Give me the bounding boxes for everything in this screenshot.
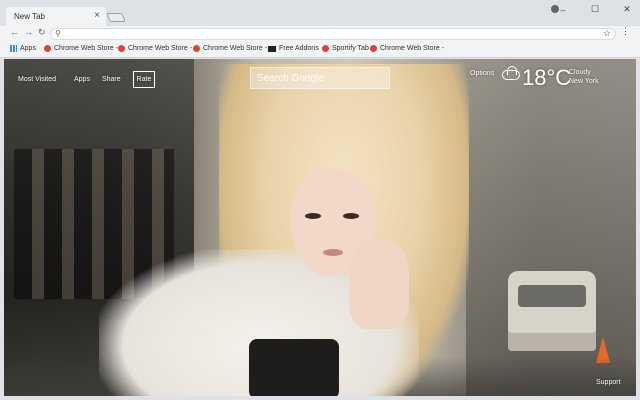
apps-link[interactable]: Apps bbox=[74, 76, 90, 83]
addons-icon bbox=[268, 45, 276, 52]
address-bar[interactable]: ⚲ ☆ bbox=[50, 28, 616, 40]
weather-condition: Cloudy bbox=[569, 69, 591, 76]
temperature: 18°C bbox=[522, 65, 572, 90]
chrome-store-icon bbox=[44, 45, 51, 52]
tab-title: New Tab bbox=[14, 12, 45, 21]
wallpaper-person-top bbox=[249, 339, 339, 396]
bookmark-chrome-web-store[interactable]: Chrome Web Store - bbox=[118, 45, 192, 52]
lips bbox=[323, 249, 343, 256]
minimize-button[interactable]: – bbox=[558, 5, 568, 15]
back-arrow-icon[interactable]: ← bbox=[10, 27, 19, 37]
tab-new-tab[interactable]: New Tab × bbox=[6, 7, 106, 26]
chrome-store-icon bbox=[193, 45, 200, 52]
chrome-store-icon bbox=[370, 45, 377, 52]
search-box bbox=[250, 67, 390, 89]
search-input[interactable] bbox=[251, 68, 389, 89]
apps-grid-icon bbox=[10, 45, 17, 52]
weather-location: New York bbox=[569, 78, 599, 85]
toolbar: ← → ↻ ⚲ ☆ ⋮ bbox=[0, 26, 640, 42]
maximize-button[interactable]: ☐ bbox=[590, 4, 600, 15]
support-link[interactable]: Support bbox=[596, 379, 621, 386]
reload-icon[interactable]: ↻ bbox=[38, 27, 46, 38]
rate-button[interactable]: Rate bbox=[132, 71, 156, 88]
wallpaper-person-hand bbox=[349, 239, 409, 329]
title-bar: New Tab × – ☐ ✕ bbox=[0, 0, 640, 26]
tab-close-icon[interactable]: × bbox=[94, 10, 100, 21]
forward-arrow-icon[interactable]: → bbox=[24, 27, 33, 37]
bookmark-label: Apps bbox=[20, 45, 36, 52]
eye-left bbox=[305, 213, 321, 219]
eye-right bbox=[343, 213, 359, 219]
new-tab-button[interactable] bbox=[106, 13, 126, 22]
chrome-store-icon bbox=[118, 45, 125, 52]
options-link[interactable]: Options bbox=[470, 70, 494, 77]
new-tab-page: Most Visited Apps Share Rate Options 18°… bbox=[4, 59, 636, 396]
bookmark-label: Chrome Web Store - bbox=[203, 45, 268, 52]
chrome-store-icon bbox=[322, 45, 329, 52]
background-van bbox=[508, 271, 596, 351]
bookmark-label: Sportify Tab bbox=[332, 45, 369, 52]
bookmarks-bar: Apps Chrome Web Store - Chrome Web Store… bbox=[0, 42, 640, 58]
bookmark-apps[interactable]: Apps bbox=[10, 45, 36, 52]
cloud-icon bbox=[502, 66, 520, 80]
bookmark-label: Chrome Web Store - bbox=[54, 45, 119, 52]
van-window bbox=[518, 285, 586, 307]
bookmark-label: Free Addons bbox=[279, 45, 319, 52]
weather-description: Cloudy New York bbox=[569, 68, 599, 86]
close-window-button[interactable]: ✕ bbox=[622, 4, 632, 15]
search-icon: ⚲ bbox=[55, 29, 61, 38]
bookmark-star-icon[interactable]: ☆ bbox=[603, 28, 611, 39]
bookmark-label: Chrome Web Store - bbox=[380, 45, 445, 52]
bookmark-sportify-tab[interactable]: Sportify Tab bbox=[322, 45, 369, 52]
bookmark-chrome-web-store[interactable]: Chrome Web Store - bbox=[44, 45, 118, 52]
top-nav: Most Visited Apps Share Rate bbox=[18, 71, 156, 88]
window-controls: – ☐ ✕ bbox=[558, 4, 632, 15]
share-link[interactable]: Share bbox=[102, 76, 121, 83]
most-visited-link[interactable]: Most Visited bbox=[18, 76, 56, 83]
bookmark-chrome-web-store[interactable]: Chrome Web Store - bbox=[193, 45, 267, 52]
menu-dots-icon[interactable]: ⋮ bbox=[621, 26, 630, 37]
bookmark-free-addons[interactable]: Free Addons bbox=[268, 45, 319, 52]
bookmark-chrome-web-store[interactable]: Chrome Web Store - bbox=[370, 45, 444, 52]
bookmark-label: Chrome Web Store - bbox=[128, 45, 193, 52]
